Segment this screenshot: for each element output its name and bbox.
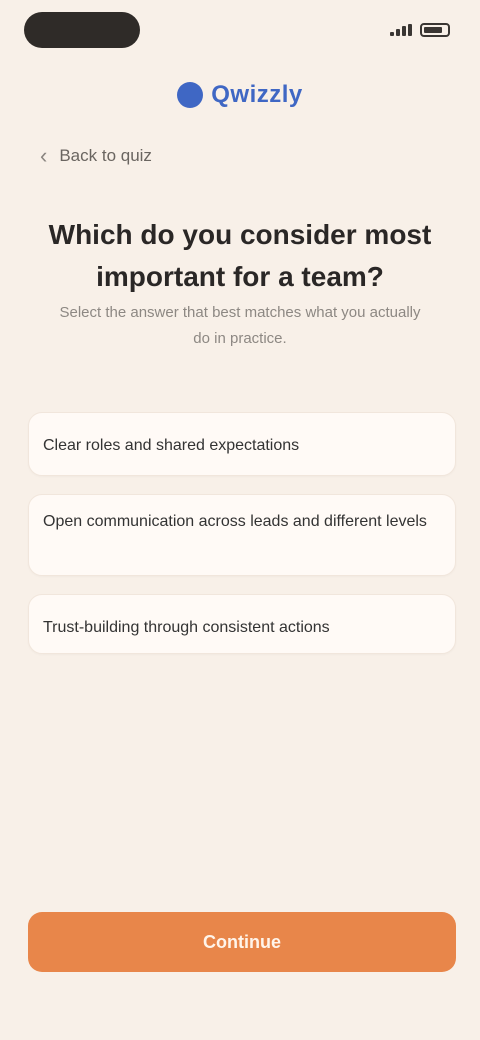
- answer-option-2[interactable]: Open communication across leads and diff…: [28, 494, 456, 576]
- question-subtitle: Select the answer that best matches what…: [59, 304, 421, 347]
- logo-mark-icon: [177, 82, 204, 108]
- answer-options: Clear roles and shared expectations Open…: [28, 412, 456, 672]
- dynamic-island: [24, 12, 140, 48]
- chevron-left-icon: ‹: [40, 143, 48, 168]
- answer-option-3[interactable]: Trust-building through consistent action…: [28, 594, 456, 654]
- battery-icon: [420, 23, 450, 37]
- back-label: Back to quiz: [59, 146, 152, 165]
- continue-button[interactable]: Continue: [28, 912, 456, 972]
- signal-icon: [390, 24, 412, 36]
- question-title: Which do you consider most important for…: [48, 219, 432, 292]
- status-icons: [390, 20, 450, 40]
- app-logo: Qwizzly: [164, 78, 316, 112]
- status-bar: [0, 0, 480, 64]
- logo-text: Qwizzly: [211, 81, 303, 108]
- back-link[interactable]: ‹ Back to quiz: [40, 140, 152, 172]
- answer-option-1[interactable]: Clear roles and shared expectations: [28, 412, 456, 476]
